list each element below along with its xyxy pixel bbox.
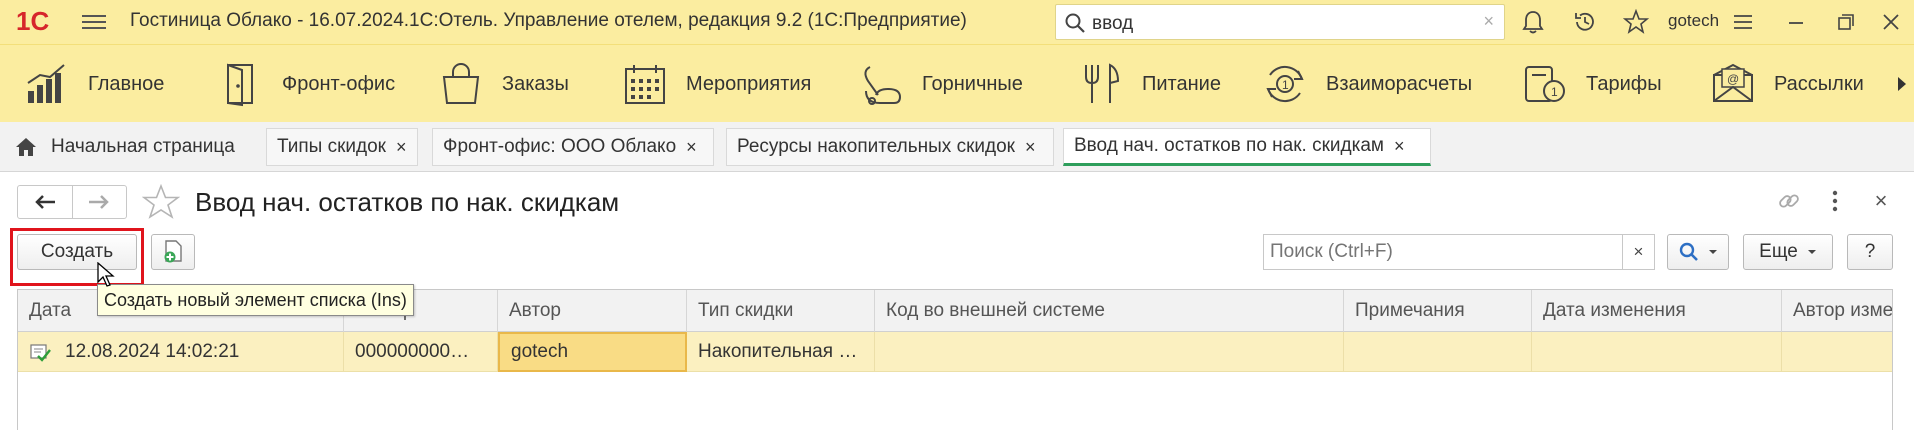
cell-author[interactable]: gotech <box>498 332 687 372</box>
global-search-value[interactable]: ввод <box>1092 13 1133 35</box>
global-search-input[interactable]: ввод × <box>1055 4 1505 40</box>
cell-external-code[interactable] <box>875 332 1344 372</box>
section-food[interactable]: Питание <box>1078 45 1221 123</box>
cell-number[interactable]: 000000000… <box>344 332 498 372</box>
global-search-clear-icon[interactable]: × <box>1483 11 1494 32</box>
svg-text:1: 1 <box>1282 78 1289 92</box>
sections-panel: Главное Фронт-офис Заказы Мероприятия Го… <box>0 44 1914 122</box>
cell-modified-date[interactable] <box>1532 332 1782 372</box>
close-window-icon[interactable] <box>1878 9 1904 35</box>
chevron-down-icon <box>1709 250 1717 254</box>
form-title: Ввод нач. остатков по нак. скидкам <box>195 187 620 217</box>
arrow-left-icon <box>34 195 55 209</box>
bell-icon[interactable] <box>1520 9 1546 35</box>
home-icon <box>16 138 36 156</box>
tab-close-icon[interactable]: × <box>686 137 697 158</box>
section-front-office[interactable]: Фронт-офис <box>218 45 395 123</box>
main-menu-icon[interactable] <box>82 11 106 33</box>
calendar-icon <box>625 65 665 104</box>
more-actions-button[interactable]: Еще <box>1743 234 1833 270</box>
search-icon <box>1065 13 1085 33</box>
help-button[interactable]: ? <box>1847 234 1893 270</box>
tab-close-icon[interactable]: × <box>1394 136 1405 157</box>
navigation-buttons <box>17 185 127 219</box>
link-icon[interactable] <box>1776 188 1802 214</box>
section-main[interactable]: Главное <box>24 45 164 123</box>
copy-button[interactable] <box>151 234 195 270</box>
svg-text:@: @ <box>1727 72 1739 86</box>
door-icon <box>227 63 253 107</box>
column-header-modified-date[interactable]: Дата изменения <box>1532 290 1782 332</box>
column-header-modified-author[interactable]: Автор изме <box>1782 290 1892 332</box>
mouse-pointer-icon <box>97 262 115 287</box>
bar-chart-icon <box>27 64 65 103</box>
tab-front-office[interactable]: Фронт-офис: ООО Облако × <box>432 128 714 166</box>
sections-scroll-right-icon[interactable] <box>1890 45 1914 123</box>
favorite-star-icon[interactable] <box>142 184 180 220</box>
app-title: Гостиница Облако - 16.07.2024.1С:Отель. … <box>130 10 967 31</box>
1c-logo-icon: 1С <box>16 6 49 36</box>
close-form-icon[interactable]: × <box>1868 188 1894 214</box>
section-orders[interactable]: Заказы <box>438 45 569 123</box>
tab-discount-types[interactable]: Типы скидок × <box>266 128 418 166</box>
svg-text:1: 1 <box>1551 85 1558 99</box>
tab-discount-resources[interactable]: Ресурсы накопительных скидок × <box>726 128 1054 166</box>
table-row[interactable]: 12.08.2024 14:02:21 000000000… gotech На… <box>18 332 1892 372</box>
favorites-star-icon[interactable] <box>1623 9 1649 35</box>
section-events[interactable]: Мероприятия <box>622 45 811 123</box>
column-header-external-code[interactable]: Код во внешней системе <box>875 290 1344 332</box>
cell-notes[interactable] <box>1344 332 1532 372</box>
section-tariffs[interactable]: 1 Тарифы <box>1522 45 1662 123</box>
forward-button[interactable] <box>73 186 127 218</box>
chevron-down-icon <box>1807 250 1816 254</box>
more-vertical-icon[interactable] <box>1822 188 1848 214</box>
back-button[interactable] <box>18 186 73 218</box>
section-mailings[interactable]: @ Рассылки <box>1710 45 1864 123</box>
restore-icon[interactable] <box>1833 9 1859 35</box>
settings-lines-icon[interactable] <box>1730 9 1756 35</box>
tab-close-icon[interactable]: × <box>1025 137 1036 158</box>
cell-modified-author[interactable] <box>1782 332 1892 372</box>
minimize-icon[interactable] <box>1783 9 1809 35</box>
vacuum-icon <box>864 66 902 105</box>
search-icon <box>1679 242 1698 261</box>
mail-icon: @ <box>1713 63 1753 102</box>
column-header-discount-type[interactable]: Тип скидки <box>687 290 875 332</box>
cell-discount-type[interactable]: Накопительная … <box>687 332 875 372</box>
search-options-button[interactable] <box>1667 234 1729 270</box>
tab-close-icon[interactable]: × <box>396 137 407 158</box>
tab-initial-balances[interactable]: Ввод нач. остатков по нак. скидкам × <box>1063 128 1431 166</box>
section-housekeeping[interactable]: Горничные <box>858 45 1023 123</box>
add-copy-icon <box>164 240 182 263</box>
shopping-bag-icon <box>442 63 480 104</box>
list-search-clear-icon[interactable]: × <box>1622 235 1654 269</box>
create-button[interactable]: Создать <box>17 234 137 270</box>
cutlery-icon <box>1085 63 1120 103</box>
history-icon[interactable] <box>1572 9 1598 35</box>
document-posted-icon <box>30 344 51 362</box>
section-settlements[interactable]: 1 Взаиморасчеты <box>1262 45 1472 123</box>
tariff-icon: 1 <box>1525 66 1565 102</box>
open-windows-tabs: Начальная страница Типы скидок × Фронт-о… <box>0 122 1914 172</box>
column-header-author[interactable]: Автор <box>498 290 687 332</box>
user-name[interactable]: gotech <box>1668 11 1719 31</box>
column-header-notes[interactable]: Примечания <box>1344 290 1532 332</box>
arrow-right-icon <box>89 195 110 209</box>
list-search-input[interactable] <box>1264 235 1614 269</box>
title-bar: 1С Гостиница Облако - 16.07.2024.1С:Отел… <box>0 0 1914 44</box>
tab-home[interactable]: Начальная страница <box>4 128 266 166</box>
create-button-tooltip: Создать новый элемент списка (Ins) <box>97 284 414 316</box>
settlement-icon: 1 <box>1266 65 1304 103</box>
svg-text:1С: 1С <box>16 6 49 36</box>
list-search-field[interactable]: × <box>1263 234 1655 270</box>
cell-date[interactable]: 12.08.2024 14:02:21 <box>18 332 344 372</box>
